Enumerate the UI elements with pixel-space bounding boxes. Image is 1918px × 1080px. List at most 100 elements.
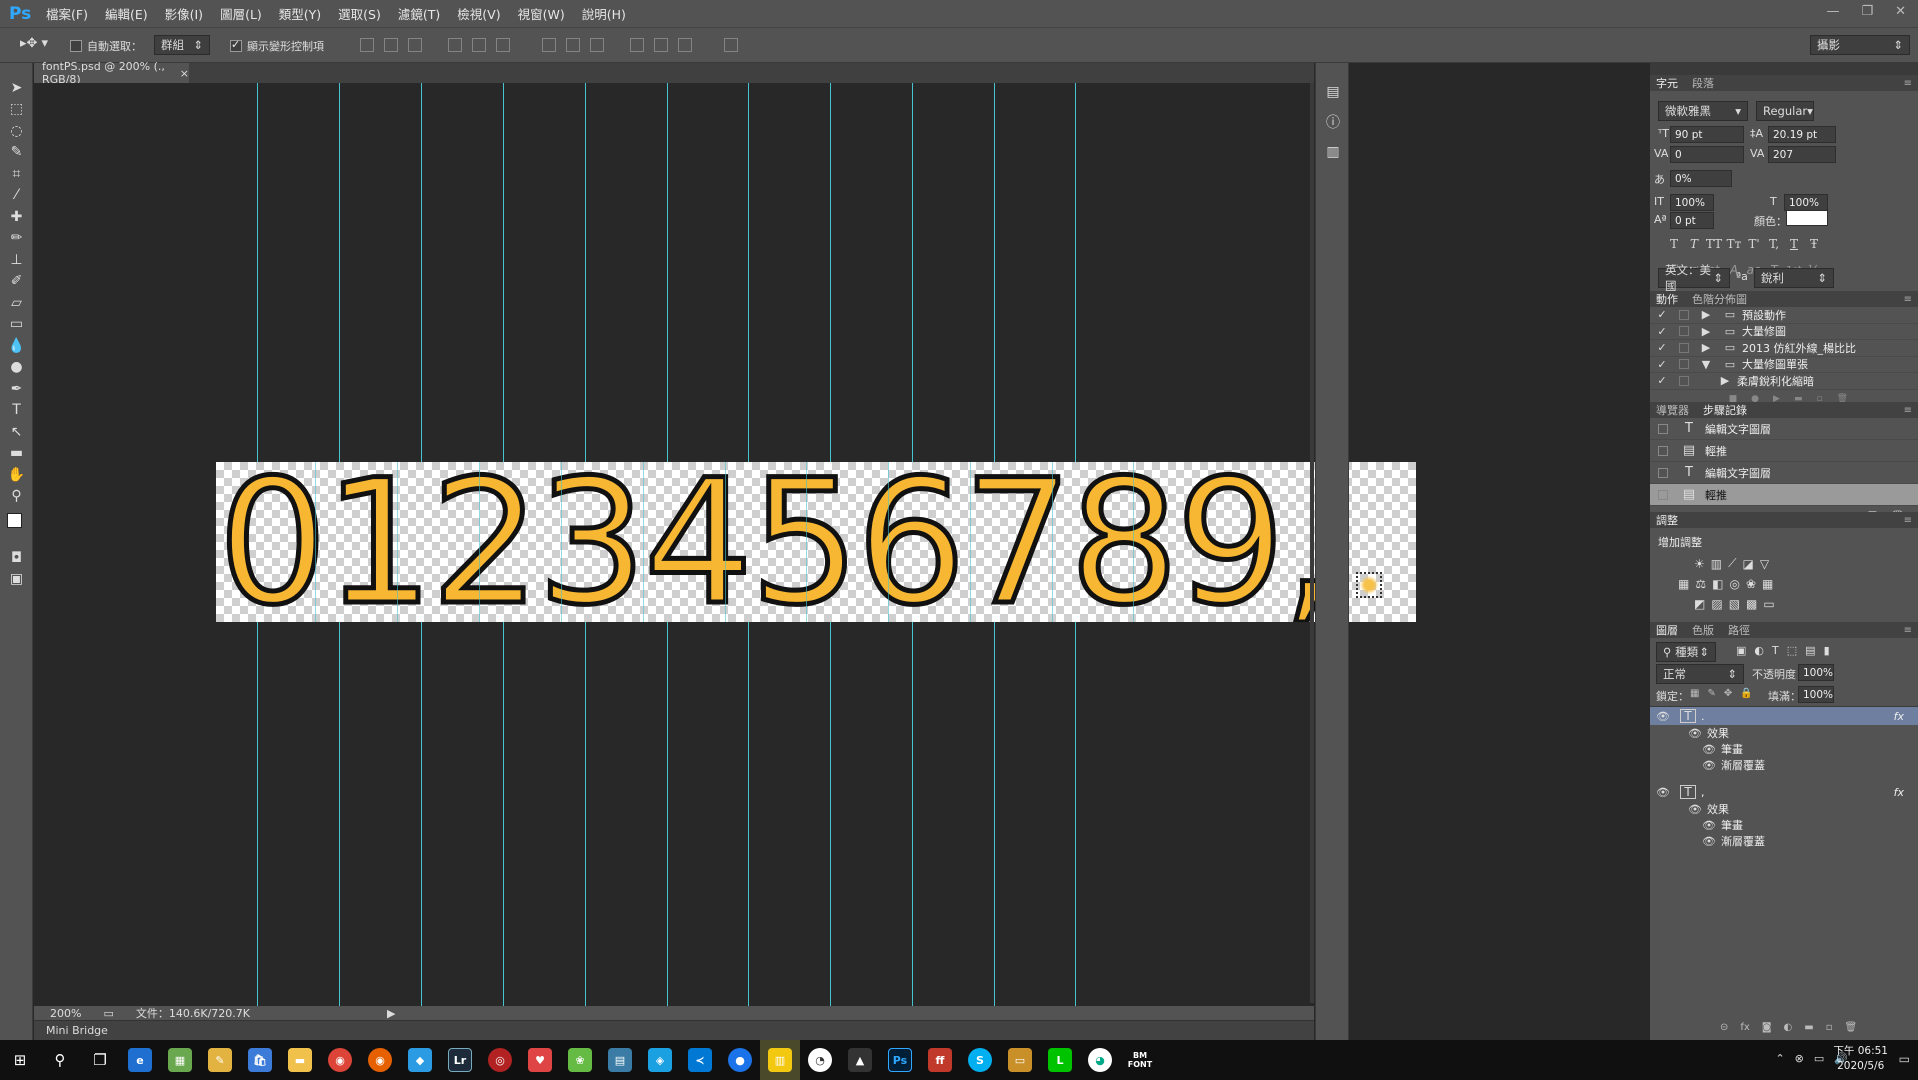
- lock-transparent-icon[interactable]: ▦: [1690, 688, 1699, 699]
- threshold-icon[interactable]: ▧: [1729, 597, 1740, 611]
- filter-shape-icon[interactable]: ⬚: [1787, 644, 1797, 657]
- dodge-tool-icon[interactable]: ●: [0, 357, 33, 379]
- action-item[interactable]: ✓ ▶ 柔膚銳利化縮暗: [1650, 373, 1918, 390]
- action-item[interactable]: ✓ ▶ ▭ 預設動作: [1650, 307, 1918, 324]
- dialog-toggle-icon[interactable]: [1679, 326, 1689, 337]
- align-vcenter-icon[interactable]: [384, 38, 398, 52]
- vibrance-icon[interactable]: ▽: [1760, 557, 1769, 571]
- align-left-icon[interactable]: [448, 38, 462, 52]
- filter-smart-object-icon[interactable]: ▤: [1805, 644, 1815, 657]
- edge-icon[interactable]: e: [120, 1040, 160, 1080]
- marquee-tool-icon[interactable]: ⬚: [0, 99, 33, 121]
- app-icon[interactable]: ◆: [400, 1040, 440, 1080]
- tray-app-icon[interactable]: ⊗: [1795, 1052, 1804, 1065]
- history-brush-source-icon[interactable]: [1658, 489, 1668, 500]
- filter-pixel-icon[interactable]: ▣: [1736, 644, 1746, 657]
- collapsed-triangle-icon[interactable]: ▶: [1699, 341, 1713, 355]
- tab-navigator[interactable]: 導覽器: [1656, 402, 1689, 418]
- foreground-color-swatch[interactable]: [7, 513, 22, 528]
- layer-filter-dropdown[interactable]: ⚲ 種類 ⇕: [1656, 642, 1716, 662]
- history-state[interactable]: T 編輯文字圖層: [1650, 462, 1918, 484]
- task-view-icon[interactable]: ❐: [80, 1040, 120, 1080]
- hue-saturation-icon[interactable]: ▦: [1678, 577, 1689, 591]
- layer-row[interactable]: 👁 T, fx: [1650, 783, 1918, 801]
- tab-actions[interactable]: 動作: [1656, 291, 1678, 307]
- brush-tool-icon[interactable]: ✏: [0, 228, 33, 250]
- text-color-swatch[interactable]: [1786, 210, 1828, 226]
- stamp-tool-icon[interactable]: ⊥: [0, 249, 33, 271]
- faux-italic-button[interactable]: T: [1684, 237, 1704, 251]
- new-adjustment-icon[interactable]: ◐: [1784, 1022, 1793, 1033]
- filter-type-icon[interactable]: T: [1772, 644, 1779, 657]
- panel-menu-icon[interactable]: ≡: [1904, 405, 1912, 416]
- quick-mask-icon[interactable]: ◘: [0, 547, 33, 569]
- search-icon[interactable]: ⚲: [40, 1040, 80, 1080]
- selected-period-glyph[interactable]: [1356, 572, 1382, 598]
- opacity-field[interactable]: 100%: [1798, 664, 1834, 681]
- history-state[interactable]: ▤ 輕推: [1650, 440, 1918, 462]
- action-enabled-check-icon[interactable]: ✓: [1655, 324, 1669, 338]
- add-style-icon[interactable]: fx: [1740, 1022, 1749, 1033]
- photos-icon[interactable]: ▲: [840, 1040, 880, 1080]
- filter-adjustment-icon[interactable]: ◐: [1754, 644, 1764, 657]
- layer-effects-icon[interactable]: fx: [1894, 710, 1904, 723]
- panel-menu-icon[interactable]: ≡: [1904, 625, 1912, 636]
- action-item[interactable]: ✓ ▼ ▭ 大量修圖單張: [1650, 357, 1918, 373]
- all-caps-button[interactable]: TT: [1704, 237, 1724, 251]
- visibility-eye-icon[interactable]: 👁: [1656, 709, 1670, 723]
- dialog-toggle-icon[interactable]: [1679, 359, 1689, 370]
- leading-field[interactable]: 20.19 pt: [1768, 126, 1836, 143]
- document-tab[interactable]: fontPS.psd @ 200% (., RGB/8) ×: [34, 60, 189, 86]
- tray-expand-icon[interactable]: ⌃: [1775, 1052, 1784, 1065]
- tracking-field[interactable]: 207: [1768, 146, 1836, 163]
- history-state[interactable]: T 編輯文字圖層: [1650, 418, 1918, 440]
- dialog-toggle-icon[interactable]: [1679, 375, 1689, 386]
- faux-bold-button[interactable]: T: [1664, 237, 1684, 251]
- history-brush-source-icon[interactable]: [1658, 423, 1668, 434]
- bmfont-icon[interactable]: BM FONT: [1120, 1040, 1160, 1080]
- history-panel-icon[interactable]: ▤: [1316, 77, 1350, 107]
- color-balance-icon[interactable]: ⚖: [1695, 577, 1706, 591]
- effect-row[interactable]: 👁 漸層覆蓋: [1650, 833, 1918, 849]
- start-button[interactable]: ⊞: [0, 1040, 40, 1080]
- app-icon[interactable]: ✎: [200, 1040, 240, 1080]
- layer-name[interactable]: .: [1701, 710, 1705, 723]
- kerning-field[interactable]: 0: [1670, 146, 1744, 163]
- tab-histogram[interactable]: 色階分佈圖: [1692, 291, 1747, 307]
- app-icon[interactable]: ◔: [800, 1040, 840, 1080]
- gradient-map-icon[interactable]: ▭: [1763, 597, 1774, 611]
- selective-color-icon[interactable]: ▩: [1746, 597, 1757, 611]
- effect-row[interactable]: 👁 筆畫: [1650, 817, 1918, 833]
- menu-layer[interactable]: 圖層(L): [220, 4, 262, 23]
- minimize-button[interactable]: —: [1826, 4, 1839, 19]
- panel-menu-icon[interactable]: ≡: [1904, 294, 1912, 305]
- levels-icon[interactable]: ▥: [1711, 557, 1722, 571]
- clock[interactable]: 下午 06:51 2020/5/6: [1833, 1044, 1888, 1074]
- language-dropdown[interactable]: 英文：美國 ⇕: [1658, 263, 1730, 293]
- distribute-hcenter-icon[interactable]: [654, 38, 668, 52]
- align-bottom-icon[interactable]: [408, 38, 422, 52]
- menu-view[interactable]: 檢視(V): [457, 4, 500, 23]
- pen-tool-icon[interactable]: ✒: [0, 378, 33, 400]
- auto-align-icon[interactable]: [724, 38, 738, 52]
- document-image[interactable]: 0123456789,: [216, 462, 1416, 622]
- distribute-vcenter-icon[interactable]: [566, 38, 580, 52]
- invert-icon[interactable]: ◩: [1694, 597, 1705, 611]
- history-brush-source-icon[interactable]: [1658, 467, 1668, 478]
- app-icon[interactable]: ▭: [1000, 1040, 1040, 1080]
- close-document-icon[interactable]: ×: [180, 67, 189, 80]
- menu-edit[interactable]: 編輯(E): [105, 4, 148, 23]
- mini-bridge-tab[interactable]: Mini Bridge: [46, 1024, 108, 1037]
- tab-paragraph[interactable]: 段落: [1692, 75, 1714, 91]
- lock-pixels-icon[interactable]: ✎: [1707, 688, 1715, 699]
- distribute-bottom-icon[interactable]: [590, 38, 604, 52]
- app-icon[interactable]: ◎: [480, 1040, 520, 1080]
- posterize-icon[interactable]: ▨: [1711, 597, 1722, 611]
- type-tool-icon[interactable]: T: [0, 400, 33, 422]
- superscript-button[interactable]: T': [1744, 237, 1764, 251]
- distribute-top-icon[interactable]: [542, 38, 556, 52]
- app-icon[interactable]: ▥: [760, 1040, 800, 1080]
- properties-panel-icon[interactable]: ▥: [1316, 137, 1350, 167]
- effects-eye-icon[interactable]: 👁: [1688, 726, 1702, 740]
- effects-eye-icon[interactable]: 👁: [1688, 802, 1702, 816]
